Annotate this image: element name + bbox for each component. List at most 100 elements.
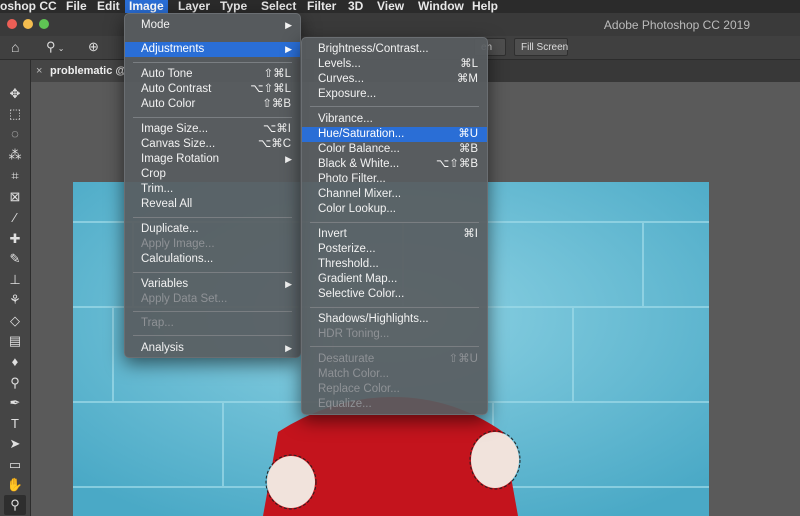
marquee-tool-icon[interactable]: ⬚: [4, 104, 26, 124]
menu-help[interactable]: Help: [468, 0, 502, 13]
image-menu-auto-color[interactable]: Auto Color ⇧⌘B: [125, 97, 300, 112]
move-tool-icon[interactable]: ✥: [4, 84, 26, 104]
menu-item-shortcut: ⌘U: [458, 128, 478, 140]
gradient-tool-icon[interactable]: ▤: [4, 331, 26, 351]
menu-type[interactable]: Type: [216, 0, 251, 13]
image-menu-canvas-size[interactable]: Canvas Size... ⌥⌘C: [125, 137, 300, 152]
adj-exposure[interactable]: Exposure...: [302, 87, 487, 102]
menu-item-label: Selective Color...: [318, 288, 405, 300]
image-menu-duplicate[interactable]: Duplicate...: [125, 222, 300, 237]
image-menu-variables[interactable]: Variables ▶: [125, 277, 300, 292]
menu-view[interactable]: View: [373, 0, 408, 13]
menu-item-label: Analysis: [141, 342, 184, 354]
document-tab-label: problematic @ 1(: [50, 65, 125, 77]
adj-posterize[interactable]: Posterize...: [302, 242, 487, 257]
adj-invert[interactable]: Invert ⌘I: [302, 227, 487, 242]
adj-equalize[interactable]: Equalize...: [302, 397, 487, 412]
image-menu-auto-contrast[interactable]: Auto Contrast ⌥⇧⌘L: [125, 82, 300, 97]
menu-window[interactable]: Window: [414, 0, 468, 13]
adj-shadows-highlights[interactable]: Shadows/Highlights...: [302, 312, 487, 327]
hand-tool-icon[interactable]: ✋: [4, 475, 26, 495]
image-menu-apply-image[interactable]: Apply Image...: [125, 237, 300, 252]
eraser-tool-icon[interactable]: ◇: [4, 311, 26, 331]
menu-select[interactable]: Select: [257, 0, 300, 13]
menu-separator: [133, 117, 292, 118]
rectangle-tool-icon[interactable]: ▭: [4, 455, 26, 475]
menu-image[interactable]: Image: [125, 0, 168, 13]
document-tab[interactable]: × problematic @ 1(: [30, 60, 125, 82]
lasso-tool-icon[interactable]: ◌: [4, 124, 26, 144]
menu-bar: oshop CC File Edit Image Layer Type Sele…: [0, 0, 800, 13]
image-menu-trim[interactable]: Trim...: [125, 182, 300, 197]
image-menu-auto-tone[interactable]: Auto Tone ⇧⌘L: [125, 67, 300, 82]
minimize-window-button[interactable]: [23, 19, 33, 29]
zoom-tool-icon[interactable]: ⚲: [4, 495, 26, 515]
close-tab-icon[interactable]: ×: [36, 60, 42, 82]
crop-tool-icon[interactable]: ⌗: [4, 166, 26, 186]
zoom-window-button[interactable]: [39, 19, 49, 29]
frame-tool-icon[interactable]: ⊠: [4, 187, 26, 207]
zoom-tool-preset-icon[interactable]: ⚲ ⌄: [46, 39, 74, 55]
image-menu-analysis[interactable]: Analysis ▶: [125, 341, 300, 356]
pen-tool-icon[interactable]: ✒: [4, 393, 26, 413]
zoom-in-icon[interactable]: ⊕: [88, 39, 106, 55]
menu-item-label: Reveal All: [141, 198, 193, 210]
menu-item-label: Color Balance...: [318, 143, 400, 155]
menu-item-shortcut: ⌥⌘I: [263, 123, 291, 135]
adj-vibrance[interactable]: Vibrance...: [302, 112, 487, 127]
image-menu-image-size[interactable]: Image Size... ⌥⌘I: [125, 122, 300, 137]
fill-screen-button[interactable]: Fill Screen: [514, 38, 568, 56]
blur-tool-icon[interactable]: ♦: [4, 352, 26, 372]
adj-brightness-contrast[interactable]: Brightness/Contrast...: [302, 42, 487, 57]
image-menu-trap[interactable]: Trap...: [125, 316, 300, 331]
healing-brush-tool-icon[interactable]: ✚: [4, 229, 26, 249]
adj-color-lookup[interactable]: Color Lookup...: [302, 202, 487, 217]
menu-item-label: Crop: [141, 168, 166, 180]
image-menu-reveal-all[interactable]: Reveal All: [125, 197, 300, 212]
magic-wand-tool-icon[interactable]: ⁂: [4, 145, 26, 165]
menu-item-label: Desaturate: [318, 353, 375, 365]
adj-curves[interactable]: Curves... ⌘M: [302, 72, 487, 87]
close-window-button[interactable]: [7, 19, 17, 29]
menu-file[interactable]: File: [62, 0, 91, 13]
menu-edit[interactable]: Edit: [93, 0, 124, 13]
path-selection-tool-icon[interactable]: ➤: [4, 434, 26, 454]
image-menu-calculations[interactable]: Calculations...: [125, 252, 300, 267]
adj-channel-mixer[interactable]: Channel Mixer...: [302, 187, 487, 202]
image-menu-adjustments[interactable]: Adjustments ▶: [125, 42, 300, 57]
adj-black-white[interactable]: Black & White... ⌥⇧⌘B: [302, 157, 487, 172]
adj-hdr-toning[interactable]: HDR Toning...: [302, 327, 487, 342]
brush-tool-icon[interactable]: ✎: [4, 249, 26, 269]
adj-levels[interactable]: Levels... ⌘L: [302, 57, 487, 72]
type-tool-icon[interactable]: T: [4, 414, 26, 434]
adj-threshold[interactable]: Threshold...: [302, 257, 487, 272]
menu-item-label: Match Color...: [318, 368, 389, 380]
menu-3d[interactable]: 3D: [344, 0, 367, 13]
adj-match-color[interactable]: Match Color...: [302, 367, 487, 382]
adj-gradient-map[interactable]: Gradient Map...: [302, 272, 487, 287]
clone-stamp-tool-icon[interactable]: ⊥: [4, 270, 26, 290]
submenu-arrow-icon: ▶: [285, 44, 292, 54]
adj-photo-filter[interactable]: Photo Filter...: [302, 172, 487, 187]
adj-color-balance[interactable]: Color Balance... ⌘B: [302, 142, 487, 157]
menu-separator: [310, 106, 479, 107]
adj-hue-saturation[interactable]: Hue/Saturation... ⌘U: [302, 127, 487, 142]
adj-replace-color[interactable]: Replace Color...: [302, 382, 487, 397]
menu-filter[interactable]: Filter: [303, 0, 340, 13]
menu-layer[interactable]: Layer: [174, 0, 214, 13]
menu-item-label: Channel Mixer...: [318, 188, 402, 200]
adj-selective-color[interactable]: Selective Color...: [302, 287, 487, 302]
menu-separator: [310, 307, 479, 308]
app-menu[interactable]: oshop CC: [0, 0, 61, 13]
image-menu-image-rotation[interactable]: Image Rotation ▶: [125, 152, 300, 167]
history-brush-tool-icon[interactable]: ⚘: [4, 290, 26, 310]
image-menu-mode[interactable]: Mode ▶: [125, 18, 300, 33]
menu-item-label: HDR Toning...: [318, 328, 390, 340]
dodge-tool-icon[interactable]: ⚲: [4, 373, 26, 393]
home-icon[interactable]: ⌂: [11, 39, 29, 55]
adj-desaturate[interactable]: Desaturate ⇧⌘U: [302, 352, 487, 367]
menu-item-label: Auto Tone: [141, 68, 193, 80]
image-menu-crop[interactable]: Crop: [125, 167, 300, 182]
eyedropper-tool-icon[interactable]: ⁄: [4, 208, 26, 228]
image-menu-apply-data-set[interactable]: Apply Data Set...: [125, 292, 300, 307]
